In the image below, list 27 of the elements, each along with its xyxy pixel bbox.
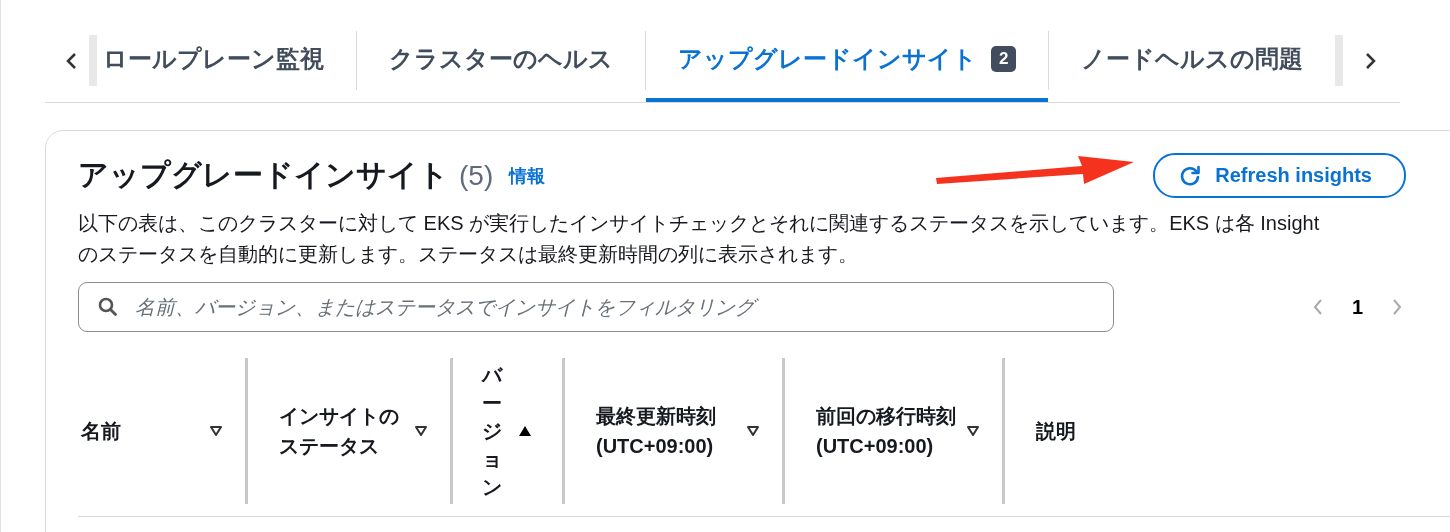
tab[interactable]: ノードヘルスの問題 bbox=[1049, 19, 1336, 102]
item-count: (5) bbox=[459, 159, 494, 192]
panel-description: 以下の表は、このクラスターに対して EKS が実行したインサイトチェックとそれに関連するステータスを示しています。EKS は各 Insight のステータスを自動的に更新します。ステータスは最終更新時間の列に表示されます。 bbox=[78, 211, 1321, 267]
sort-icon[interactable] bbox=[414, 425, 428, 437]
chevron-right-icon bbox=[1363, 51, 1378, 70]
column-header[interactable]: 前回の移行時刻 (UTC+09:00) bbox=[816, 401, 956, 461]
tab[interactable]: クラスターのヘルス bbox=[357, 19, 645, 102]
refresh-button[interactable]: Refresh insights bbox=[1153, 153, 1406, 198]
count-badge: 2 bbox=[991, 45, 1017, 72]
column-header[interactable]: 最終更新時刻 (UTC+09:00) bbox=[596, 401, 736, 461]
sort-icon[interactable] bbox=[209, 425, 223, 437]
column-header[interactable]: バージョン bbox=[482, 361, 502, 501]
panel-title: アップグレードインサイト bbox=[78, 157, 449, 193]
tab[interactable]: ロールプレーン監視 bbox=[97, 19, 356, 102]
column-header[interactable]: 名前 bbox=[81, 416, 199, 446]
tab[interactable]: アップグレードインサイト 2 bbox=[646, 19, 1049, 102]
column-header[interactable]: 説明 bbox=[1036, 416, 1280, 446]
sort-icon[interactable] bbox=[966, 425, 980, 437]
info-link[interactable]: 情報 bbox=[509, 163, 546, 188]
refresh-icon bbox=[1179, 164, 1202, 187]
page-number[interactable]: 1 bbox=[1351, 295, 1363, 319]
column-header[interactable]: インサイトのステータス bbox=[279, 401, 404, 461]
search-icon bbox=[98, 297, 118, 317]
sort-icon[interactable] bbox=[746, 425, 760, 437]
search-field[interactable]: 名前、バージョン、またはステータスでインサイトをフィルタリング bbox=[78, 282, 1114, 332]
sort-ascending-icon[interactable] bbox=[518, 425, 532, 437]
chevron-left-icon bbox=[65, 51, 79, 70]
